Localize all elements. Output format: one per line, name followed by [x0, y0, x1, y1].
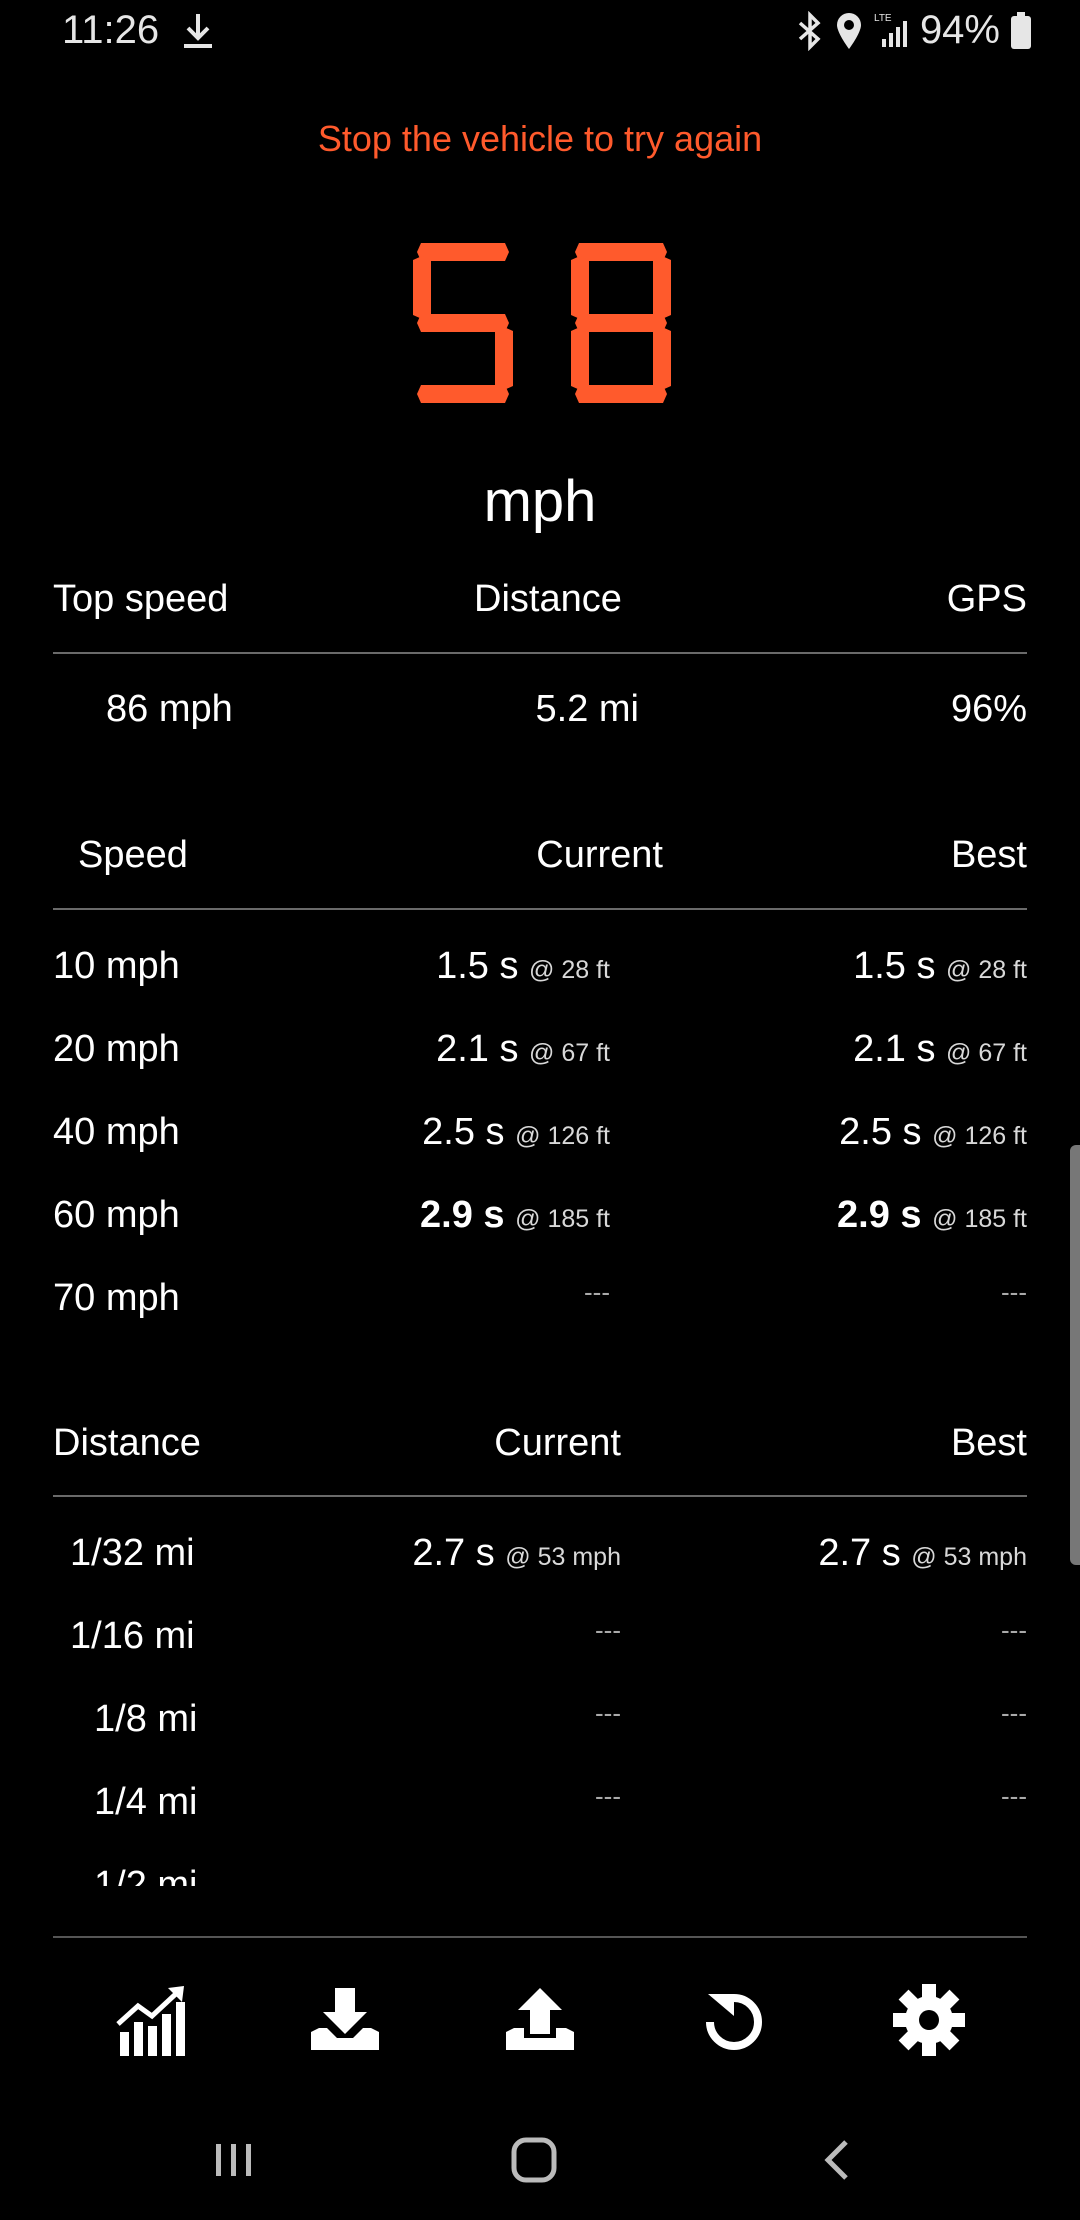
back-button[interactable]	[808, 2130, 868, 2190]
table-row: 1/8 mi --- ---	[53, 1698, 1027, 1758]
gps-value: 96%	[950, 688, 1027, 730]
table-row: 40 mph 2.5 s @ 126 ft 2.5 s @ 126 ft	[53, 1111, 1027, 1171]
segment-f	[571, 256, 589, 319]
row-label: 10 mph	[53, 945, 180, 987]
segment-a	[575, 243, 667, 261]
location-icon	[836, 12, 861, 49]
row-label: 1/2 mi	[94, 1864, 198, 1886]
table-row: 1/32 mi 2.7 s @ 53 mph 2.7 s @ 53 mph	[53, 1532, 1027, 1592]
row-label: 1/16 mi	[70, 1615, 195, 1657]
table-row: 20 mph 2.1 s @ 67 ft 2.1 s @ 67 ft	[53, 1028, 1027, 1088]
speed-table-header: Speed Current Best	[53, 834, 1027, 894]
download-icon[interactable]	[305, 1980, 385, 2060]
distance-value: 5.2 mi	[535, 688, 639, 730]
distance-table-header: Distance Current Best	[53, 1422, 1027, 1482]
segment-c	[653, 327, 671, 390]
summary-header-row: Top speed Distance GPS	[53, 578, 1027, 638]
clipped-row: 1/2 mi	[53, 1864, 1027, 1886]
summary-value-row: 86 mph 5.2 mi 96%	[53, 688, 1027, 748]
current-value: ---	[595, 1615, 621, 1645]
settings-icon[interactable]	[889, 1980, 969, 2060]
reset-icon[interactable]	[694, 1980, 774, 2060]
table-row: 1/2 mi	[53, 1864, 1027, 1886]
row-label: 1/32 mi	[70, 1532, 195, 1574]
row-label: 1/8 mi	[94, 1698, 198, 1740]
top-speed-value: 86 mph	[106, 688, 233, 730]
table-row: 60 mph 2.9 s @ 185 ft 2.9 s @ 185 ft	[53, 1194, 1027, 1254]
row-label: 1/4 mi	[94, 1781, 198, 1823]
speed-current-header: Current	[536, 834, 663, 876]
table-row: 1/4 mi --- ---	[53, 1781, 1027, 1841]
gps-label: GPS	[946, 578, 1027, 620]
scrollbar[interactable]	[1070, 1145, 1080, 1565]
best-value: ---	[1001, 1615, 1027, 1645]
download-status-icon	[184, 14, 212, 48]
best-value: 1.5 s @ 28 ft	[853, 945, 1027, 987]
segment-a	[417, 243, 509, 261]
home-button[interactable]	[505, 2130, 565, 2190]
distance-current-header: Current	[494, 1422, 621, 1464]
best-value: 2.7 s @ 53 mph	[818, 1532, 1027, 1574]
battery-percent: 94%	[919, 8, 1000, 52]
speed-table-divider	[53, 908, 1027, 910]
segment-b	[653, 256, 671, 319]
table-row: 10 mph 1.5 s @ 28 ft 1.5 s @ 28 ft	[53, 945, 1027, 1005]
table-row: 1/16 mi --- ---	[53, 1615, 1027, 1675]
current-value: ---	[595, 1698, 621, 1728]
current-value: ---	[584, 1277, 610, 1307]
segment-g	[417, 314, 509, 332]
row-label: 60 mph	[53, 1194, 180, 1236]
chart-icon[interactable]	[112, 1980, 192, 2060]
status-icons: LTE 94%	[796, 8, 1032, 53]
row-label: 20 mph	[53, 1028, 180, 1070]
row-label: 70 mph	[53, 1277, 180, 1319]
segment-d	[417, 385, 509, 403]
speed-digit	[413, 243, 513, 403]
upload-icon[interactable]	[500, 1980, 580, 2060]
speed-best-header: Best	[950, 834, 1027, 876]
distance-label: Distance	[474, 578, 622, 620]
best-value: 2.1 s @ 67 ft	[853, 1028, 1027, 1070]
summary-divider	[53, 652, 1027, 654]
current-value: 2.5 s @ 126 ft	[422, 1111, 610, 1153]
best-value: ---	[1001, 1277, 1027, 1307]
best-value: 2.5 s @ 126 ft	[839, 1111, 1027, 1153]
status-time: 11:26	[62, 8, 160, 52]
segment-e	[571, 327, 589, 390]
distance-table-divider	[53, 1495, 1027, 1497]
table-row: 70 mph --- ---	[53, 1277, 1027, 1337]
speed-unit: mph	[483, 469, 597, 534]
row-label: 40 mph	[53, 1111, 180, 1153]
distance-best-header: Best	[950, 1422, 1027, 1464]
best-value: 2.9 s @ 185 ft	[837, 1194, 1027, 1236]
speed-digit	[571, 243, 671, 403]
current-value: 1.5 s @ 28 ft	[436, 945, 610, 987]
current-value: 2.7 s @ 53 mph	[412, 1532, 621, 1574]
distance-header: Distance	[53, 1422, 201, 1464]
svg-text:LTE: LTE	[874, 13, 892, 24]
speed-header: Speed	[78, 834, 188, 876]
segment-g	[575, 314, 667, 332]
speed-display	[413, 243, 671, 403]
segment-d	[575, 385, 667, 403]
current-value: 2.1 s @ 67 ft	[436, 1028, 610, 1070]
best-value: ---	[1001, 1698, 1027, 1728]
current-value: ---	[595, 1781, 621, 1811]
best-value: ---	[1001, 1781, 1027, 1811]
warning-message: Stop the vehicle to try again	[317, 118, 763, 159]
lte-signal-icon: LTE	[874, 13, 907, 47]
bluetooth-icon	[798, 10, 821, 51]
toolbar-divider	[53, 1936, 1027, 1938]
top-speed-label: Top speed	[53, 578, 229, 620]
segment-f	[413, 256, 431, 319]
battery-icon	[1011, 11, 1031, 49]
segment-c	[495, 327, 513, 390]
recent-apps-button[interactable]	[204, 2130, 264, 2190]
current-value: 2.9 s @ 185 ft	[420, 1194, 610, 1236]
